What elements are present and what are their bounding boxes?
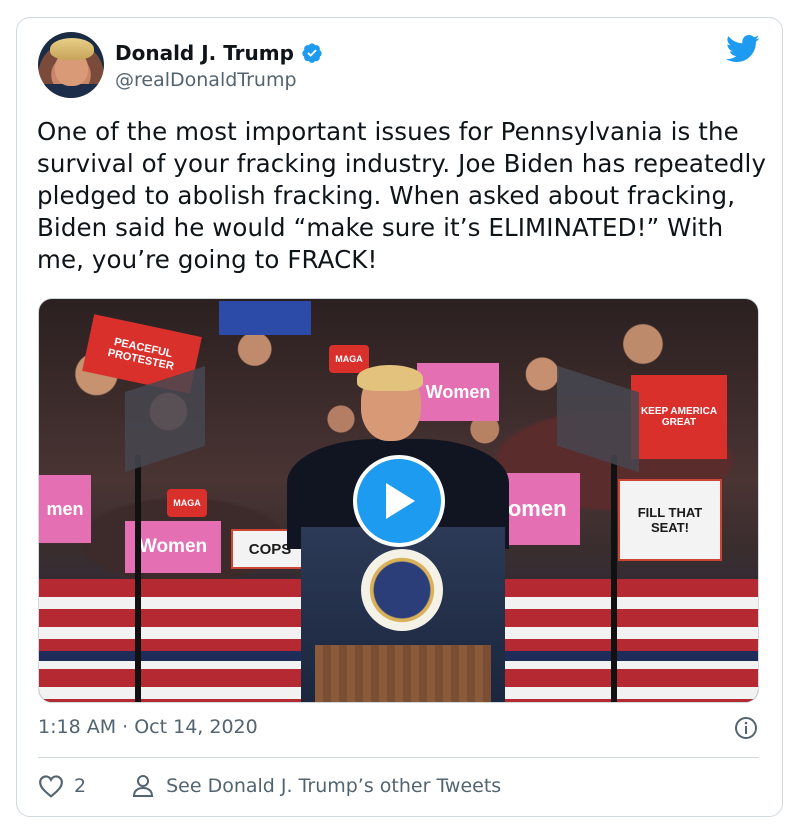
teleprompter-right-pole bbox=[611, 455, 617, 702]
person-icon bbox=[133, 775, 154, 797]
see-other-tweets-label: See Donald J. Trump’s other Tweets bbox=[166, 775, 502, 797]
tweet-divider bbox=[38, 757, 759, 758]
avatar-hair bbox=[50, 38, 94, 60]
like-button[interactable]: 2 bbox=[38, 774, 86, 798]
twitter-bird-icon[interactable] bbox=[726, 34, 760, 64]
sign-maga-1: MAGA bbox=[329, 345, 369, 373]
video-player[interactable]: PEACEFUL PROTESTER Women Women Women men… bbox=[38, 298, 759, 703]
verified-badge-icon bbox=[302, 43, 322, 63]
tweet-timestamp[interactable]: 1:18 AM · Oct 14, 2020 bbox=[38, 715, 258, 739]
author-name[interactable]: Donald J. Trump bbox=[115, 40, 294, 66]
video-speaker-hair bbox=[357, 365, 423, 391]
video-podium bbox=[301, 527, 505, 702]
sign-maga-2: MAGA bbox=[167, 489, 207, 517]
tweet-card: Donald J. Trump @realDonaldTrump One of … bbox=[16, 17, 783, 817]
tweet-text: One of the most important issues for Pen… bbox=[37, 117, 767, 274]
author-avatar[interactable] bbox=[38, 32, 104, 98]
play-icon bbox=[386, 483, 415, 519]
sign-blue-top bbox=[219, 301, 311, 335]
like-count: 2 bbox=[74, 775, 87, 797]
sign-fill-that-seat: FILL THAT SEAT! bbox=[618, 479, 722, 561]
play-button[interactable] bbox=[353, 455, 445, 547]
sign-keep-america-great: KEEP AMERICA GREAT bbox=[631, 375, 727, 459]
sign-women-center: Women bbox=[417, 363, 499, 421]
presidential-seal bbox=[361, 549, 443, 631]
heart-icon bbox=[39, 775, 63, 798]
info-icon[interactable] bbox=[734, 716, 758, 740]
tweet-actions: 2 See Donald J. Trump’s other Tweets bbox=[38, 771, 501, 801]
author-name-row[interactable]: Donald J. Trump bbox=[115, 40, 323, 66]
author-handle[interactable]: @realDonaldTrump bbox=[115, 68, 297, 92]
see-other-tweets-link[interactable]: See Donald J. Trump’s other Tweets bbox=[132, 774, 501, 798]
podium-wood-panel bbox=[315, 645, 491, 702]
avatar-suit bbox=[38, 84, 104, 98]
sign-women-far-left: men bbox=[39, 475, 91, 543]
teleprompter-left-pole bbox=[135, 455, 141, 702]
